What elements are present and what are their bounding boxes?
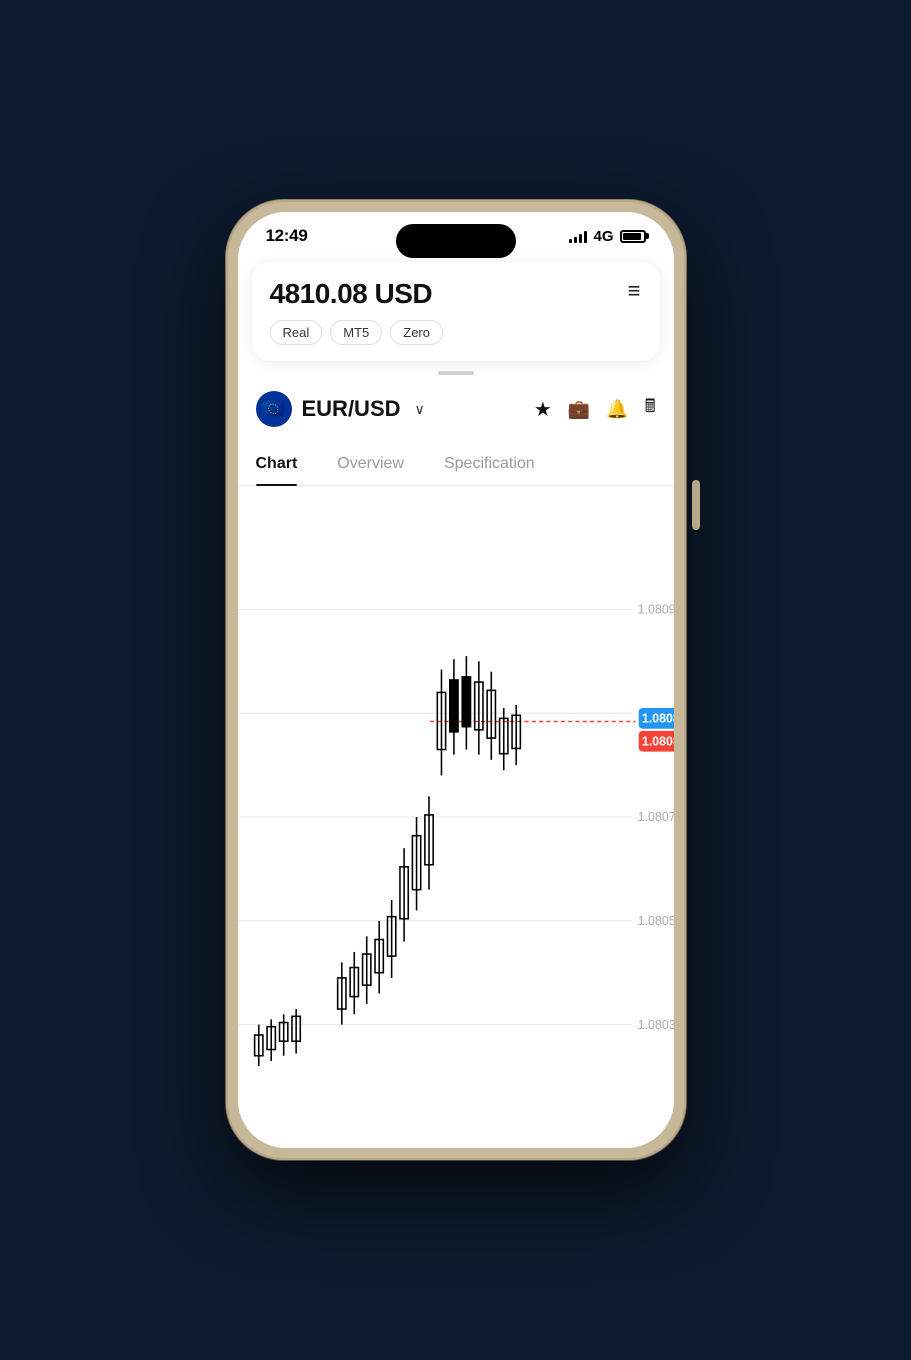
favorite-star-icon[interactable]: ★ [534,397,552,422]
tabs-bar: Chart Overview Specification [238,443,674,486]
svg-text:1.08097: 1.08097 [637,603,673,617]
instrument-name[interactable]: EUR/USD [302,396,401,422]
phone-screen: 12:49 4G 4810.08 USD [238,212,674,1148]
tab-overview[interactable]: Overview [337,443,404,485]
battery-icon [620,230,646,243]
bell-icon[interactable]: 🔔 [606,399,628,420]
volume-button [692,480,700,530]
candlestick-chart: 1.08097 1.08085 1.08075 1.08053 1.08030 [238,486,674,1148]
chevron-down-icon[interactable]: ∨ [415,401,425,418]
instrument-left: 🇪🇺 EUR/USD ∨ [256,391,425,427]
instrument-header: 🇪🇺 EUR/USD ∨ ★ 💼 🔔 🖩 [238,381,674,437]
signal-bar-2 [574,237,577,243]
scroll-pill [438,371,474,375]
dynamic-island [396,224,516,258]
tag-zero[interactable]: Zero [390,320,443,345]
account-info: 4810.08 USD Real MT5 Zero [270,278,443,345]
svg-text:1.08085: 1.08085 [641,712,673,726]
menu-icon[interactable]: ≡ [628,280,642,302]
phone-frame: 12:49 4G 4810.08 USD [226,200,686,1160]
tag-mt5[interactable]: MT5 [330,320,382,345]
status-time: 12:49 [266,226,308,246]
currency-flag-icon: 🇪🇺 [256,391,292,427]
calculator-icon[interactable]: 🖩 [645,394,656,424]
svg-text:1.08053: 1.08053 [637,914,673,928]
svg-text:1.08030: 1.08030 [637,1018,673,1032]
header-card: 4810.08 USD Real MT5 Zero ≡ [252,262,660,361]
scroll-indicator [238,371,674,375]
svg-text:1.08085: 1.08085 [641,734,673,748]
tab-specification[interactable]: Specification [444,443,535,485]
battery-fill [623,233,641,240]
signal-bar-3 [579,234,582,243]
briefcase-icon[interactable]: 💼 [568,399,590,420]
tab-chart[interactable]: Chart [256,443,298,485]
network-type: 4G [593,228,613,245]
signal-bar-1 [569,239,572,243]
chart-area: 1.08097 1.08085 1.08075 1.08053 1.08030 [238,486,674,1148]
tag-real[interactable]: Real [270,320,323,345]
account-balance: 4810.08 USD [270,278,443,310]
phone-wrapper: 12:49 4G 4810.08 USD [196,190,716,1170]
signal-bar-4 [584,231,587,243]
svg-text:1.08075: 1.08075 [637,810,673,824]
instrument-actions: ★ 💼 🔔 🖩 [534,394,656,424]
status-right: 4G [569,228,645,245]
account-tags: Real MT5 Zero [270,320,443,345]
signal-bars-icon [569,230,587,243]
